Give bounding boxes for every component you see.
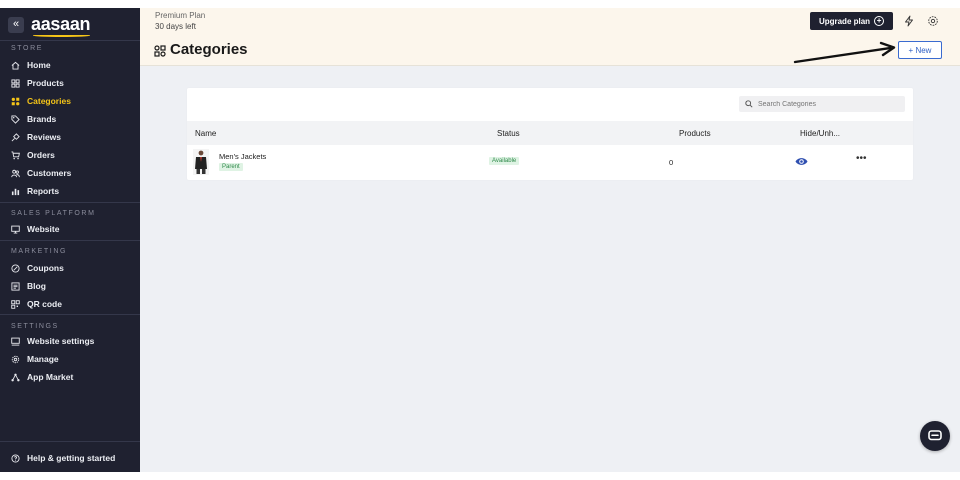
new-category-button[interactable]: + New <box>898 41 942 59</box>
customers-icon <box>11 169 20 178</box>
categories-title-icon <box>154 44 166 57</box>
app-market-icon <box>11 373 20 382</box>
sidebar-divider <box>0 441 140 442</box>
sidebar-divider <box>0 40 140 41</box>
coupon-icon <box>11 263 20 273</box>
sidebar-item-products[interactable]: Products <box>11 77 64 89</box>
lightning-icon[interactable] <box>903 14 915 27</box>
cart-icon <box>11 150 20 160</box>
logo-swoosh <box>33 34 91 37</box>
sidebar-item-website[interactable]: Website <box>11 223 59 235</box>
sidebar-item-categories[interactable]: Categories <box>11 95 71 107</box>
reviews-icon <box>11 132 20 142</box>
sidebar-item-label: Website settings <box>27 336 95 346</box>
sidebar-item-label: Home <box>27 60 51 70</box>
sidebar-item-customers[interactable]: Customers <box>11 167 71 179</box>
sidebar-item-label: Brands <box>27 114 57 124</box>
collapse-sidebar-button[interactable]: « <box>8 16 24 33</box>
website-settings-icon <box>11 337 20 346</box>
help-label: Help & getting started <box>27 453 116 463</box>
logo-text: aasaan <box>31 14 91 34</box>
sidebar-item-brands[interactable]: Brands <box>11 113 56 125</box>
chat-widget-button[interactable] <box>920 421 950 451</box>
plan-name: Premium Plan <box>155 11 206 20</box>
sidebar: « aasaan STORE Home Products Categories … <box>0 8 140 472</box>
plus-circle-icon: + <box>874 16 885 26</box>
category-thumbnail <box>193 149 209 175</box>
main-content: Premium Plan 30 days left Upgrade plan +… <box>140 8 960 472</box>
settings-gear-icon[interactable] <box>927 14 939 26</box>
page-title-text: Categories <box>170 41 248 58</box>
tag-icon <box>11 114 20 124</box>
sidebar-item-label: Website <box>27 224 60 234</box>
sidebar-item-label: QR code <box>27 299 62 309</box>
sidebar-item-label: Manage <box>27 354 59 364</box>
parent-badge: Parent <box>219 163 243 171</box>
sidebar-item-reports[interactable]: Reports <box>11 185 59 197</box>
category-name[interactable]: Men's Jackets <box>219 152 266 161</box>
sidebar-divider <box>0 202 140 203</box>
sidebar-divider <box>0 314 140 315</box>
sidebar-item-label: App Market <box>27 372 74 382</box>
sidebar-item-label: Orders <box>27 150 55 160</box>
home-icon <box>11 61 20 70</box>
more-options-button[interactable]: ••• <box>856 153 867 164</box>
search-icon <box>745 100 753 108</box>
sidebar-item-reviews[interactable]: Reviews <box>11 131 61 143</box>
upgrade-plan-label: Upgrade plan <box>818 16 871 26</box>
status-badge: Available <box>489 157 520 165</box>
sidebar-item-coupons[interactable]: Coupons <box>11 262 64 274</box>
monitor-icon <box>11 225 20 234</box>
upgrade-plan-button[interactable]: Upgrade plan + <box>810 12 893 30</box>
column-header-name[interactable]: Name <box>195 129 216 138</box>
plan-days-left: 30 days left <box>155 22 196 31</box>
search-input[interactable] <box>758 100 898 108</box>
gear-icon <box>11 355 20 364</box>
sidebar-divider <box>0 240 140 241</box>
sidebar-item-label: Products <box>27 78 64 88</box>
categories-icon <box>11 97 20 106</box>
sidebar-item-home[interactable]: Home <box>11 59 51 71</box>
categories-card: Name Status Products Hide/Unh... Men's J… <box>187 88 913 180</box>
products-icon <box>11 78 20 88</box>
sidebar-item-blog[interactable]: Blog <box>11 280 46 292</box>
reports-icon <box>11 187 20 196</box>
section-title-settings: SETTINGS <box>11 323 59 330</box>
sidebar-item-label: Blog <box>27 281 46 291</box>
brand: « aasaan <box>8 14 91 37</box>
search-box[interactable] <box>739 96 905 112</box>
qr-icon <box>11 299 20 309</box>
section-title-store: STORE <box>11 45 43 52</box>
blog-icon <box>11 281 20 291</box>
sidebar-item-manage[interactable]: Manage <box>11 353 59 365</box>
sidebar-item-label: Coupons <box>27 263 64 273</box>
sidebar-item-label: Customers <box>27 168 72 178</box>
sidebar-item-qr-code[interactable]: QR code <box>11 298 62 310</box>
logo[interactable]: aasaan <box>31 14 91 37</box>
column-header-hide-unhide[interactable]: Hide/Unh... <box>800 129 840 138</box>
page-title: Categories <box>154 41 248 58</box>
visibility-eye-icon[interactable] <box>795 156 808 167</box>
column-header-status[interactable]: Status <box>497 129 520 138</box>
sidebar-item-label: Reports <box>27 186 60 196</box>
column-header-products[interactable]: Products <box>679 129 711 138</box>
products-count: 0 <box>669 158 674 167</box>
table-row[interactable]: Men's Jackets Parent Available 0 ••• <box>187 145 913 180</box>
annotation-arrow <box>793 41 896 64</box>
sidebar-item-label: Categories <box>27 96 71 106</box>
sidebar-item-app-market[interactable]: App Market <box>11 371 73 383</box>
sidebar-item-orders[interactable]: Orders <box>11 149 55 161</box>
sidebar-item-label: Reviews <box>27 132 62 142</box>
help-link[interactable]: Help & getting started <box>11 452 115 464</box>
sidebar-item-website-settings[interactable]: Website settings <box>11 335 94 347</box>
help-icon <box>11 453 20 463</box>
table-header: Name Status Products Hide/Unh... <box>187 121 913 145</box>
chat-icon <box>928 430 942 441</box>
section-title-marketing: MARKETING <box>11 248 68 255</box>
section-title-sales-platform: SALES PLATFORM <box>11 210 96 217</box>
